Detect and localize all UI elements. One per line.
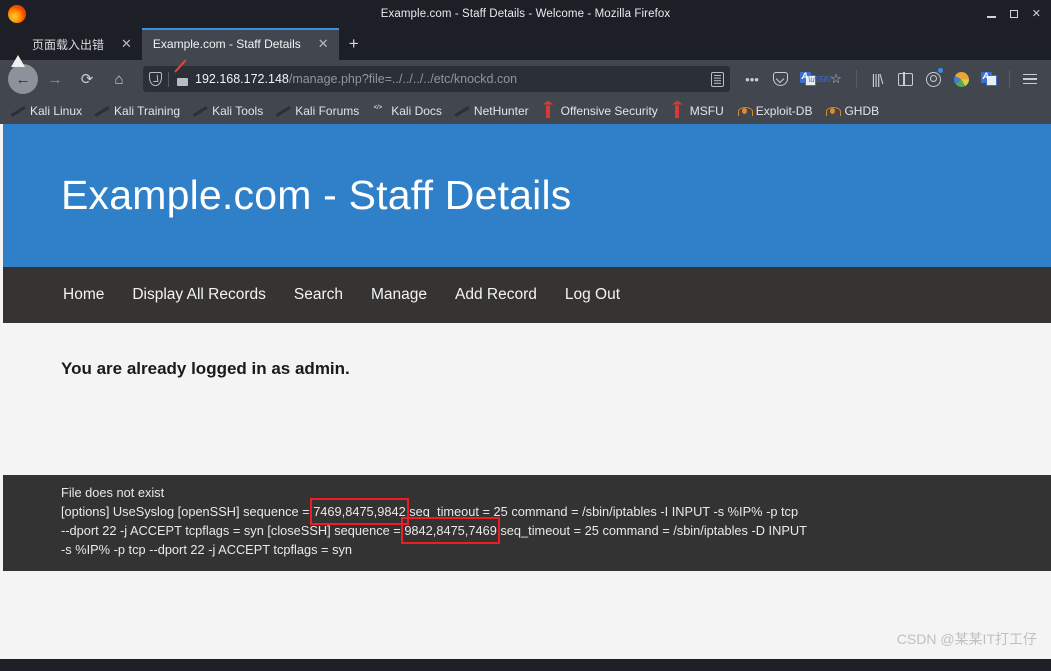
window-title: Example.com - Staff Details - Welcome - … [380,8,671,20]
watermark: CSDN @某某IT打工仔 [896,631,1037,647]
kali-dragon-red-icon [456,105,469,118]
output-line-1: File does not exist [61,485,165,500]
offsec-icon [543,105,556,118]
tab-label: 页面载入出错 [32,37,105,52]
forward-button[interactable]: → [40,64,70,94]
page-hero-banner: Example.com - Staff Details [3,124,1051,267]
bookmark-label: Offensive Security [560,104,658,118]
nav-item-add-record[interactable]: Add Record [455,286,537,304]
bookmark-nethunter[interactable]: NetHunter [450,102,535,120]
bookmark-label: Kali Tools [212,104,264,118]
url-input[interactable]: 192.168.172.148/manage.php?file=../../..… [195,72,706,86]
divider [856,70,857,88]
kali-dragon-blue-icon [96,105,109,118]
open-sequence-highlight: 7469,8475,9842 [310,497,409,525]
divider [1009,70,1010,88]
bookmark-ghdb[interactable]: GHDB [820,102,885,120]
warning-icon [11,37,25,67]
firefox-logo-icon [8,5,26,23]
kali-dragon-blue-icon [194,105,207,118]
bookmark-label: GHDB [844,104,880,118]
palette-icon[interactable] [948,64,974,94]
bookmark-label: MSFU [689,104,724,118]
maximize-button[interactable] [1009,10,1018,18]
bookmark-msfu[interactable]: MSFU [666,102,730,120]
close-window-button[interactable]: ✕ [1032,8,1041,20]
bookmark-label: Kali Linux [30,104,83,118]
bookmark-label: Kali Forums [295,104,360,118]
spider-icon [738,105,751,118]
url-bar[interactable]: 192.168.172.148/manage.php?file=../../..… [143,59,730,92]
window-titlebar: Example.com - Staff Details - Welcome - … [0,0,1051,28]
file-output-panel: File does not exist [options] UseSyslog … [3,475,1051,571]
reload-button[interactable]: ⟳ [72,64,102,94]
sidebar-icon[interactable] [892,64,918,94]
divider [168,71,169,87]
output-line-2: [options] UseSyslog [openSSH] sequence =… [61,497,1051,525]
kali-docs-icon [373,105,386,118]
new-tab-button[interactable]: + [339,28,369,60]
bookmark-kali-docs[interactable]: Kali Docs [367,102,448,120]
translate-icon[interactable]: A \u6587 [795,64,832,94]
close-sequence-highlight: 9842,8475,7469 [401,516,500,544]
page-title: Example.com - Staff Details [61,172,572,218]
nav-item-log-out[interactable]: Log Out [565,286,620,304]
output-line-2-suffix: seq_timeout = 25 command = /sbin/iptable… [405,503,799,519]
nav-item-display-all-records[interactable]: Display All Records [132,286,266,304]
offsec-icon [672,105,685,118]
bookmark-offensive-security[interactable]: Offensive Security [537,102,664,120]
bookmark-kali-linux[interactable]: Kali Linux [6,102,88,120]
tab-strip: 页面载入出错 ✕ Example.com - Staff Details ✕ + [0,28,1051,67]
close-tab-button[interactable]: ✕ [111,36,132,52]
minimize-button[interactable] [986,10,996,18]
nav-item-home[interactable]: Home [63,286,104,304]
output-line-3-prefix: --dport 22 -j ACCEPT tcpflags = syn [clo… [61,522,405,538]
page-actions-button[interactable]: ••• [739,64,765,94]
bookmark-label: Exploit-DB [755,104,813,118]
back-button[interactable]: ← [8,64,38,94]
tracking-protection-shield-icon[interactable] [149,72,162,86]
kali-dragon-red-icon [12,105,25,118]
nav-item-manage[interactable]: Manage [371,286,427,304]
library-icon[interactable]: |||\ [864,64,890,94]
page-content: You are already logged in as admin. [3,323,1051,475]
close-tab-button[interactable]: ✕ [308,36,329,52]
home-button[interactable]: ⌂ [104,64,134,94]
bookmark-exploit-db[interactable]: Exploit-DB [732,102,819,120]
bookmark-label: NetHunter [473,104,529,118]
reader-mode-icon[interactable] [711,71,724,87]
pocket-icon[interactable] [767,64,793,94]
output-line-3: --dport 22 -j ACCEPT tcpflags = syn [clo… [61,516,1051,544]
url-path: /manage.php?file=../../../../etc/knockd.… [288,72,518,86]
nav-item-search[interactable]: Search [294,286,343,304]
output-line-3-suffix: seq_timeout = 25 command = /sbin/iptable… [496,522,807,538]
bookmark-kali-training[interactable]: Kali Training [90,102,186,120]
tab-page-load-error[interactable]: 页面载入出错 ✕ [0,28,142,67]
bookmark-label: Kali Training [114,104,181,118]
bookmark-kali-forums[interactable]: Kali Forums [271,102,365,120]
tab-label: Example.com - Staff Details [152,37,301,51]
tab-staff-details[interactable]: Example.com - Staff Details ✕ [141,28,339,60]
kali-dragon-blue-icon [277,105,290,118]
output-line-2-prefix: [options] UseSyslog [openSSH] sequence = [61,503,314,519]
window-controls: ✕ [986,8,1051,20]
page-viewport: Example.com - Staff Details Home Display… [0,124,1051,659]
bookmark-label: Kali Docs [391,104,442,118]
url-host: 192.168.172.148 [195,72,289,86]
browser-toolbar: ← → ⟳ ⌂ 192.168.172.148/manage.php?file=… [0,59,1051,98]
translate-extension-icon[interactable]: A [976,64,1002,94]
bookmark-kali-tools[interactable]: Kali Tools [188,102,269,120]
account-icon[interactable] [920,64,946,94]
hamburger-menu-icon[interactable] [1017,64,1043,94]
site-navigation: Home Display All Records Search Manage A… [3,267,1051,323]
spider-icon [826,105,839,118]
output-line-4: -s %IP% -p tcp --dport 22 -j ACCEPT tcpf… [61,541,352,557]
bookmarks-bar: Kali Linux Kali Training Kali Tools Kali… [0,98,1051,124]
insecure-connection-icon[interactable] [174,59,189,86]
login-status-message: You are already logged in as admin. [61,359,350,378]
